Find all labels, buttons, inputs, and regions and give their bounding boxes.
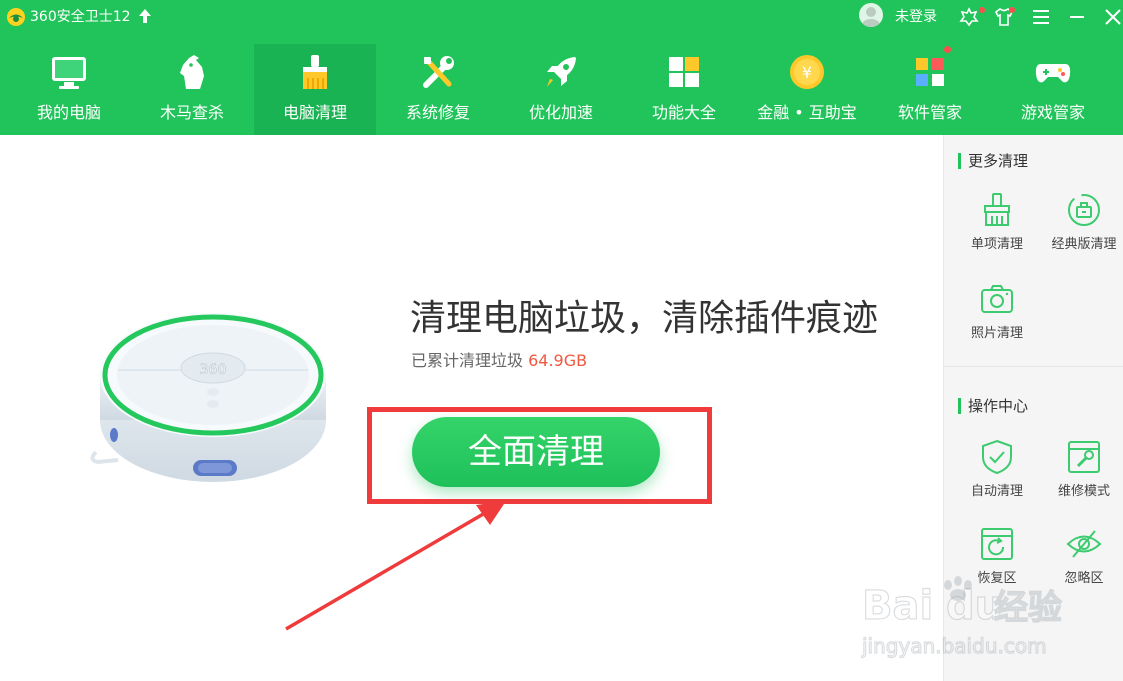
tool-label: 经典版清理 — [1051, 237, 1117, 252]
camera-icon — [981, 285, 1013, 313]
login-link[interactable]: 未登录 — [895, 8, 937, 26]
single-clean-tool[interactable]: 单项清理 — [954, 191, 1040, 271]
nav-label: 软件管家 — [897, 103, 962, 122]
notification-dot — [979, 7, 985, 13]
user-icon — [862, 7, 880, 27]
notification-dot — [1009, 7, 1015, 13]
minimize-icon[interactable] — [1066, 6, 1088, 28]
tool-label: 单项清理 — [970, 237, 1023, 252]
nav-label: 金融 • 互助宝 — [757, 103, 857, 122]
page-headline: 清理电脑垃圾，清除插件痕迹 — [410, 298, 879, 339]
classic-clean-icon — [1068, 194, 1100, 226]
nav-label: 系统修复 — [405, 103, 470, 122]
monitor-icon — [52, 57, 86, 89]
cumulative-label: 已累计清理垃圾 — [411, 351, 524, 370]
apps-icon — [916, 58, 944, 86]
nav-optimize[interactable]: 优化加速 — [500, 44, 622, 135]
tool-label: 照片清理 — [970, 326, 1023, 341]
grid-icon — [669, 57, 699, 87]
nav-label: 功能大全 — [651, 103, 716, 122]
nav-computer-clean[interactable]: 电脑清理 — [254, 44, 376, 135]
cumulative-value: 64.9GB — [528, 351, 588, 370]
nav-system-repair[interactable]: 系统修复 — [377, 44, 499, 135]
brush-icon — [984, 193, 1010, 226]
more-clean-title: 更多清理 — [958, 151, 1028, 171]
nav-software-manager[interactable]: 软件管家 — [869, 44, 991, 135]
nav-label: 我的电脑 — [36, 103, 101, 122]
horse-icon — [180, 55, 204, 89]
nav-label: 优化加速 — [528, 103, 593, 122]
upgrade-arrow-icon[interactable] — [138, 8, 152, 24]
app-title: 360安全卫士12 — [30, 9, 131, 25]
nav-finance[interactable]: ¥ 金融 • 互助宝 — [746, 44, 868, 135]
wrench-icon — [423, 56, 454, 88]
nav-features[interactable]: 功能大全 — [623, 44, 745, 135]
nav-my-computer[interactable]: 我的电脑 — [8, 44, 130, 135]
auto-clean-tool[interactable]: 自动清理 — [954, 438, 1040, 518]
repair-window-icon — [1068, 441, 1100, 473]
svg-text:¥: ¥ — [802, 63, 812, 82]
classic-clean-tool[interactable]: 经典版清理 — [1041, 191, 1123, 271]
watermark-brand-c: 经验 — [994, 588, 1062, 628]
rocket-icon — [547, 57, 576, 87]
robot-badge: 360 — [200, 362, 227, 378]
menu-icon[interactable] — [1030, 6, 1052, 28]
notification-dot — [944, 46, 951, 53]
restore-icon — [981, 528, 1013, 560]
top-header: 360安全卫士12 未登录 我的电脑 木马查杀 电脑清理 系统修复 优化加速 功… — [0, 0, 1123, 135]
baidu-jingyan-watermark: Bai du 经验 jingyan.baidu.com — [860, 576, 1063, 659]
app-logo-icon — [7, 8, 25, 26]
nav-label: 木马查杀 — [159, 103, 224, 122]
nav-game-manager[interactable]: 游戏管家 — [992, 44, 1114, 135]
broom-icon — [303, 55, 327, 89]
avatar[interactable] — [859, 3, 883, 27]
nav-label: 游戏管家 — [1020, 103, 1085, 122]
photo-clean-tool[interactable]: 照片清理 — [954, 280, 1040, 360]
cumulative-cleaned: 已累计清理垃圾 64.9GB — [411, 350, 587, 372]
gamepad-icon — [1035, 64, 1071, 83]
main-panel: 360 清理电脑垃圾，清除插件痕迹 已累计清理垃圾 64.9GB 全面清理 — [0, 135, 943, 681]
close-icon[interactable] — [1102, 6, 1123, 28]
shield-check-icon — [982, 439, 1012, 475]
repair-mode-tool[interactable]: 维修模式 — [1041, 438, 1123, 518]
nav-trojan-scan[interactable]: 木马查杀 — [131, 44, 253, 135]
nav-label: 电脑清理 — [282, 103, 347, 122]
section-divider — [944, 366, 1123, 367]
title-bar: 360安全卫士12 未登录 — [0, 0, 1123, 34]
main-navigation: 我的电脑 木马查杀 电脑清理 系统修复 优化加速 功能大全 ¥ 金融 • 互助宝… — [0, 44, 1123, 135]
watermark-url: jingyan.baidu.com — [861, 634, 1047, 658]
coin-icon: ¥ — [790, 55, 824, 89]
tool-label: 自动清理 — [970, 484, 1023, 499]
annotation-arrow — [285, 501, 506, 631]
eye-off-icon — [1066, 530, 1102, 558]
operation-center-title: 操作中心 — [958, 396, 1028, 416]
watermark-brand-a: Bai — [862, 583, 933, 629]
skin-refresh-icon[interactable] — [958, 6, 980, 28]
highlight-annotation-box — [367, 407, 712, 504]
tool-label: 维修模式 — [1057, 484, 1110, 499]
robot-vacuum-illustration: 360 — [90, 313, 326, 482]
